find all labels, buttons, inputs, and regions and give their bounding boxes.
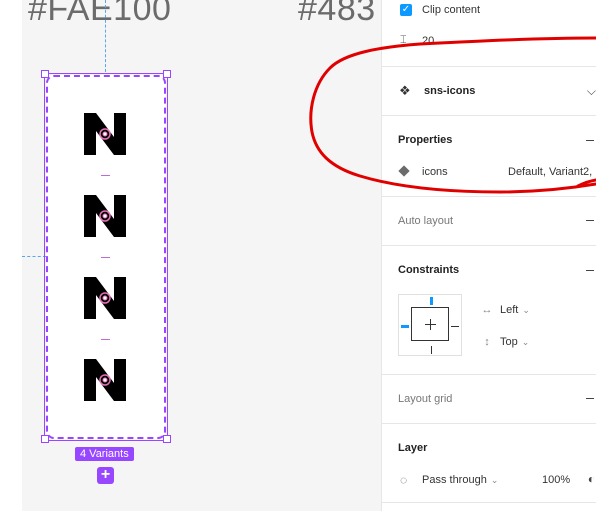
spacing-value[interactable]: 20 [422, 35, 434, 47]
chevron-down-icon: ⌄ [522, 305, 530, 315]
constraints-widget[interactable] [398, 294, 462, 356]
figma-window: #FAE100 #483 4 Variants + ✓ Clip content… [0, 0, 596, 511]
resize-handle-top-right[interactable] [163, 70, 171, 78]
variant-gap-marker [101, 339, 110, 340]
constraint-top-active[interactable] [430, 297, 433, 305]
component-name[interactable]: sns-icons [424, 85, 475, 97]
blend-mode-select[interactable]: Pass through ⌄ [422, 474, 498, 486]
auto-layout-section-title: Auto layout [398, 215, 454, 227]
hex-color-label-second: #483 [298, 0, 376, 28]
properties-section-title: Properties [398, 134, 453, 146]
chevron-down-icon: ⌄ [490, 475, 499, 485]
opacity-input[interactable]: 100% [542, 474, 570, 486]
n-logo-icon [84, 195, 126, 237]
clip-content-label: Clip content [422, 4, 481, 16]
variant-gap-marker [101, 257, 110, 258]
section-divider [382, 115, 596, 116]
horizontal-constraint-value: Left [500, 304, 519, 316]
constraint-right[interactable] [451, 326, 459, 327]
variant-4[interactable] [82, 357, 128, 403]
horizontal-constraint-icon: ↔ [481, 304, 493, 316]
resize-handle-bottom-left[interactable] [41, 435, 49, 443]
variant-3[interactable] [82, 275, 128, 321]
section-divider [382, 502, 596, 503]
canvas-left-gutter [0, 0, 22, 511]
constraints-section-title: Constraints [398, 264, 460, 276]
property-name-icons[interactable]: icons [422, 166, 448, 178]
variant-gap-marker [101, 175, 110, 176]
spacing-icon: ⌶ [400, 34, 407, 46]
add-variant-button[interactable]: + [97, 467, 114, 484]
section-divider [382, 374, 596, 375]
variant-default[interactable] [82, 111, 128, 157]
properties-collapse-icon[interactable] [586, 140, 594, 141]
vertical-constraint-select[interactable]: ↕ Top ⌄ [480, 336, 529, 348]
constraint-left-active[interactable] [401, 325, 409, 328]
component-set-icon: ❖ [399, 83, 411, 98]
chevron-down-icon: ⌄ [521, 337, 530, 347]
n-logo-icon [84, 359, 126, 401]
blend-mode-icon: ◌ [400, 473, 408, 487]
visibility-eye-icon[interactable]: ◐ [588, 472, 595, 486]
layout-grid-add-icon[interactable] [586, 398, 594, 399]
design-properties-panel: ✓ Clip content ⌶ 20 ❖ sns-icons ⌵ Proper… [381, 0, 596, 511]
constraints-collapse-icon[interactable] [586, 270, 594, 271]
variant-property-icon [398, 165, 410, 177]
variants-count-badge: 4 Variants [75, 447, 134, 461]
measurement-guide-horizontal [22, 256, 46, 257]
vertical-constraint-value: Top [500, 336, 518, 348]
design-canvas[interactable]: #FAE100 #483 4 Variants + [0, 0, 381, 511]
section-divider [382, 196, 596, 197]
layer-section-title: Layer [398, 442, 428, 454]
section-divider [382, 66, 596, 67]
property-value-icons[interactable]: Default, Variant2, [508, 166, 592, 178]
resize-handle-top-left[interactable] [41, 70, 49, 78]
section-divider [382, 245, 596, 246]
n-logo-icon [84, 113, 126, 155]
vertical-constraint-icon: ↕ [484, 336, 490, 348]
auto-layout-add-icon[interactable] [586, 220, 594, 221]
n-logo-icon [84, 277, 126, 319]
measurement-guide-vertical [105, 0, 106, 72]
horizontal-constraint-select[interactable]: ↔ Left ⌄ [480, 304, 530, 316]
section-divider [382, 423, 596, 424]
constraint-frame [411, 307, 449, 341]
clip-content-checkbox[interactable]: ✓ [400, 4, 412, 16]
constraint-cross-v [430, 319, 431, 330]
blend-mode-value: Pass through [422, 474, 487, 486]
component-options-icon[interactable]: ⌵ [587, 84, 596, 99]
layout-grid-section-title: Layout grid [398, 393, 453, 405]
hex-color-label-yellow: #FAE100 [28, 0, 172, 28]
variant-2[interactable] [82, 193, 128, 239]
constraint-bottom[interactable] [431, 346, 432, 354]
resize-handle-bottom-right[interactable] [163, 435, 171, 443]
